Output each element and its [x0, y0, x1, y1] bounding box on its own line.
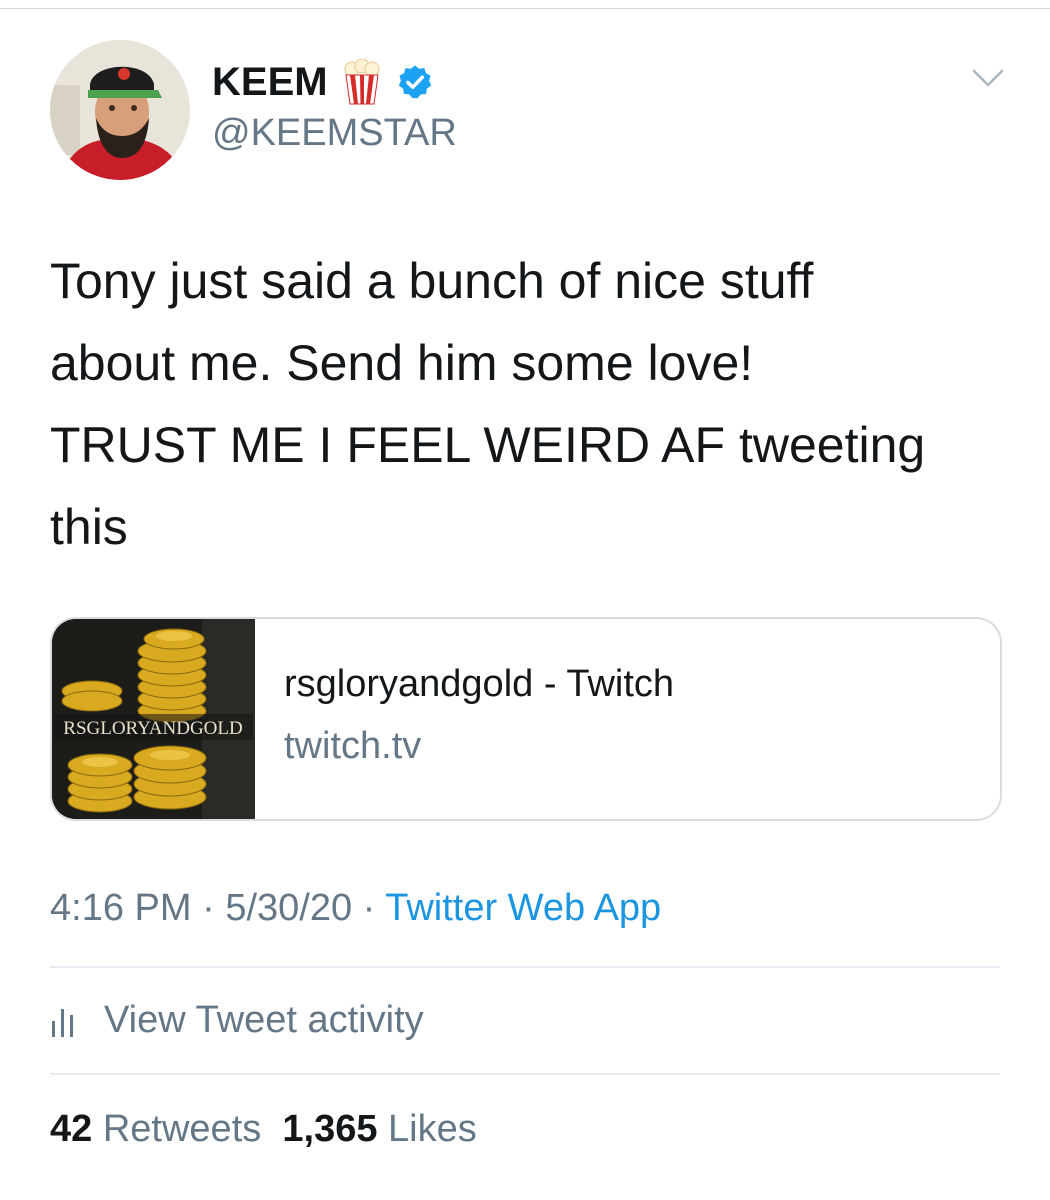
popcorn-icon [344, 59, 380, 105]
tweet-text-line: Tony just said a bunch of nice stuff [50, 253, 814, 309]
likes-label: Likes [388, 1108, 477, 1150]
tweet-metadata: 4:16 PM · 5/30/20 · Twitter Web App [50, 884, 661, 932]
top-divider [0, 8, 1050, 9]
chevron-down-icon[interactable] [970, 66, 1006, 90]
tweet-time: 4:16 PM [50, 887, 192, 929]
tweet-date: 5/30/20 [225, 887, 353, 929]
card-title: rsgloryandgold - Twitch [284, 663, 675, 705]
user-handle[interactable]: @KEEMSTAR [212, 110, 457, 156]
divider [50, 966, 1000, 968]
tweet-text-line: this [50, 499, 128, 555]
user-name-row: KEEM [212, 58, 434, 106]
meta-separator: · [352, 887, 386, 929]
verified-badge-icon [398, 65, 431, 99]
card-thumbnail: RSGLORYANDGOLD [52, 619, 255, 819]
tweet-source-link[interactable]: Twitter Web App [385, 887, 661, 929]
tweet-text-line: about me. Send him some love! [50, 335, 754, 391]
retweets-count: 42 [50, 1108, 93, 1150]
tweet-text-line: TRUST ME I FEEL WEIRD AF tweeting [50, 417, 926, 473]
card-thumb-text: RSGLORYANDGOLD [63, 718, 242, 739]
view-tweet-activity-button[interactable]: View Tweet activity [50, 996, 424, 1044]
likes-stat[interactable]: 1,365 Likes [282, 1108, 476, 1150]
card-domain: twitch.tv [284, 725, 422, 767]
view-tweet-activity-label: View Tweet activity [104, 999, 424, 1041]
retweets-label: Retweets [102, 1108, 262, 1150]
tweet-stats: 42 Retweets 1,365 Likes [50, 1105, 477, 1153]
likes-count: 1,365 [282, 1108, 378, 1150]
tweet-text: Tony just said a bunch of nice stuff abo… [50, 240, 1010, 568]
link-card[interactable]: RSGLORYANDGOLD rsgloryandgold - Twitch t… [50, 617, 1002, 821]
avatar-image [50, 40, 190, 180]
bar-chart-icon [52, 1009, 73, 1037]
divider [50, 1073, 1000, 1075]
display-name[interactable]: KEEM [212, 58, 328, 106]
meta-separator: · [191, 887, 226, 929]
retweets-stat[interactable]: 42 Retweets [50, 1108, 261, 1150]
avatar[interactable] [50, 40, 190, 180]
